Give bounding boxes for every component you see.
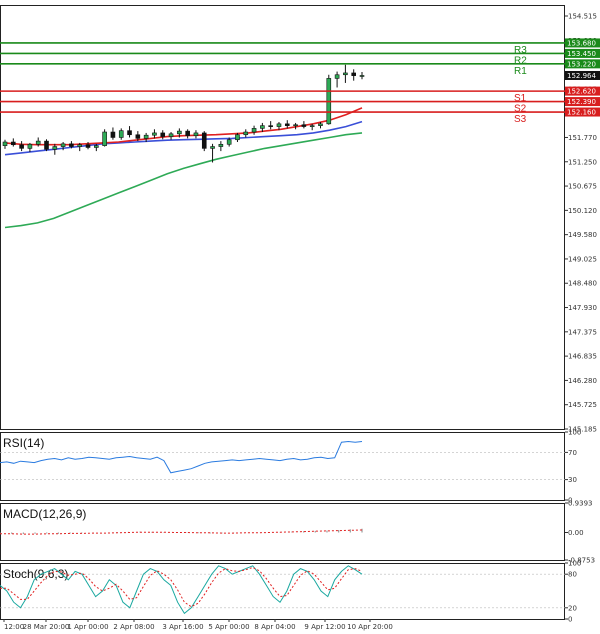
candle-body[interactable] xyxy=(2,141,8,146)
candle-body[interactable] xyxy=(60,143,66,147)
level-name-r3: R3 xyxy=(514,45,527,56)
rsi-title: RSI(14) xyxy=(3,436,44,450)
candle-body[interactable] xyxy=(160,132,166,137)
rsi-tick-label: 70 xyxy=(568,449,577,457)
level-price-label: 153.220 xyxy=(567,60,596,68)
level-name-r1: R1 xyxy=(514,66,527,77)
candle-body[interactable] xyxy=(177,130,182,135)
candle-body[interactable] xyxy=(201,132,207,149)
x-tick-label: 2 Apr 08:00 xyxy=(113,623,154,631)
candle-body[interactable] xyxy=(19,144,24,149)
candle-body[interactable] xyxy=(94,145,99,148)
level-price-label: 153.680 xyxy=(567,39,596,47)
candle-body[interactable] xyxy=(143,134,149,139)
level-price-label: 152.390 xyxy=(567,98,596,106)
current-price-label: 152.964 xyxy=(567,72,596,80)
x-tick-label: 3 Apr 16:00 xyxy=(162,623,203,631)
candle-body[interactable] xyxy=(334,74,340,79)
x-tick-label: 10 Apr 20:00 xyxy=(347,623,393,631)
level-name-s3: S3 xyxy=(514,114,527,125)
candle-body[interactable] xyxy=(152,132,157,136)
candle-body[interactable] xyxy=(343,72,348,76)
candle-body[interactable] xyxy=(251,128,257,133)
candle-body[interactable] xyxy=(235,134,240,141)
candle-body[interactable] xyxy=(11,141,16,146)
candle-body[interactable] xyxy=(69,143,74,147)
candle-body[interactable] xyxy=(276,123,282,127)
y-tick-label: 147.375 xyxy=(568,328,597,336)
y-tick-label: 151.770 xyxy=(568,134,597,142)
stoch-tick-label: 0 xyxy=(568,616,572,624)
y-tick-label: 149.580 xyxy=(568,231,597,239)
x-tick-label: 5 Apr 00:00 xyxy=(208,623,249,631)
candle-body[interactable] xyxy=(351,72,356,76)
macd-title: MACD(12,26,9) xyxy=(3,507,86,521)
candle-body[interactable] xyxy=(243,131,249,136)
rsi-tick-label: 30 xyxy=(568,476,577,484)
candle-body[interactable] xyxy=(293,124,298,127)
candle-body[interactable] xyxy=(110,131,116,138)
candle-body[interactable] xyxy=(193,132,199,136)
candle-body[interactable] xyxy=(260,125,265,129)
x-tick-label: 9 Apr 12:00 xyxy=(304,623,345,631)
candle-body[interactable] xyxy=(85,144,91,148)
candle-body[interactable] xyxy=(135,134,141,139)
candle-body[interactable] xyxy=(185,130,190,136)
y-tick-label: 148.480 xyxy=(568,280,597,288)
candle-body[interactable] xyxy=(301,124,307,127)
x-tick-label: 1 Apr 00:00 xyxy=(67,623,108,631)
y-tick-label: 150.120 xyxy=(568,207,597,215)
candle-body[interactable] xyxy=(27,143,33,149)
x-tick-label: 28 Mar 20:00 xyxy=(23,623,70,631)
candle-body[interactable] xyxy=(44,140,49,150)
stoch-tick-label: 20 xyxy=(568,604,577,612)
level-price-label: 152.160 xyxy=(567,109,596,117)
candle-body[interactable] xyxy=(52,146,58,150)
rsi-tick-label: 100 xyxy=(568,429,581,437)
candle-body[interactable] xyxy=(218,143,224,147)
candle-body[interactable] xyxy=(118,130,124,138)
candle-body[interactable] xyxy=(77,144,83,147)
candle-body[interactable] xyxy=(309,125,315,127)
candle-body[interactable] xyxy=(168,133,174,137)
stoch-tick-label: 100 xyxy=(568,560,581,568)
macd-tick-label: 0.9393 xyxy=(568,500,593,508)
candle-body[interactable] xyxy=(226,139,232,145)
level-price-label: 153.450 xyxy=(567,50,596,58)
y-tick-label: 146.835 xyxy=(568,353,597,361)
level-name-s1: S1 xyxy=(514,93,527,104)
level-name-r2: R2 xyxy=(514,55,527,66)
macd-tick-label: 0.00 xyxy=(568,529,584,537)
x-tick-label: 12:00 xyxy=(4,623,24,631)
candle-body[interactable] xyxy=(318,123,323,126)
candle-body[interactable] xyxy=(268,125,273,127)
level-price-label: 152.620 xyxy=(567,88,596,96)
level-name-s2: S2 xyxy=(514,104,527,115)
candle-body[interactable] xyxy=(127,130,132,136)
price-chart[interactable]: 154.515153.980153.450152.915152.385151.7… xyxy=(0,0,600,634)
y-tick-label: 149.025 xyxy=(568,255,597,263)
candle-body[interactable] xyxy=(284,123,290,126)
x-tick-label: 8 Apr 04:00 xyxy=(254,623,295,631)
candle-body[interactable] xyxy=(102,131,107,146)
candle-body[interactable] xyxy=(210,146,215,149)
y-tick-label: 151.250 xyxy=(568,158,597,166)
y-tick-label: 150.675 xyxy=(568,183,597,191)
candle-body[interactable] xyxy=(35,140,41,145)
stoch-tick-label: 80 xyxy=(568,571,577,579)
y-tick-label: 146.280 xyxy=(568,377,597,385)
y-tick-label: 154.515 xyxy=(568,13,597,21)
candle-body[interactable] xyxy=(359,75,365,77)
y-tick-label: 147.930 xyxy=(568,304,597,312)
y-tick-label: 145.725 xyxy=(568,401,597,409)
